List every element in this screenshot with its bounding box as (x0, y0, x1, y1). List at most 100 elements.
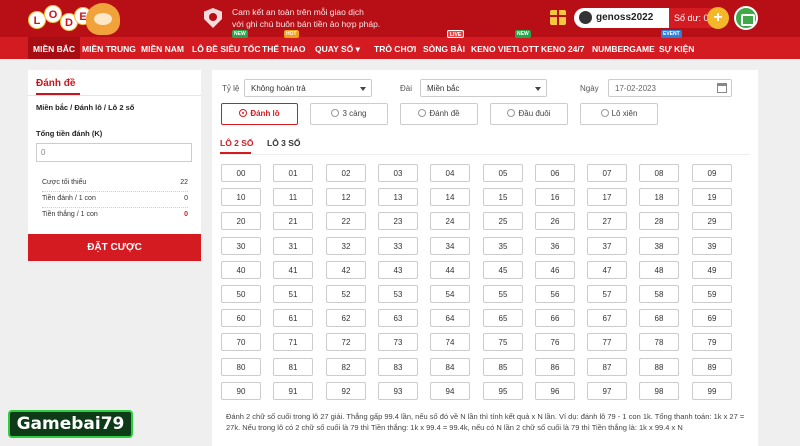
deposit-button[interactable]: + (707, 7, 729, 29)
number-cell[interactable]: 04 (430, 164, 470, 182)
logo[interactable]: L O D E (24, 3, 134, 35)
number-cell[interactable]: 32 (326, 237, 366, 255)
number-cell[interactable]: 44 (430, 261, 470, 279)
number-cell[interactable]: 93 (378, 382, 418, 400)
number-cell[interactable]: 81 (273, 358, 313, 376)
number-cell[interactable]: 60 (221, 309, 261, 327)
number-cell[interactable]: 21 (273, 212, 313, 230)
number-cell[interactable]: 28 (639, 212, 679, 230)
number-cell[interactable]: 24 (430, 212, 470, 230)
number-cell[interactable]: 41 (273, 261, 313, 279)
tab-lo-2-so[interactable]: LÔ 2 SỐ (220, 138, 254, 148)
region-select[interactable]: Miền bắc (420, 79, 547, 97)
number-cell[interactable]: 89 (692, 358, 732, 376)
number-cell[interactable]: 30 (221, 237, 261, 255)
number-cell[interactable]: 76 (535, 333, 575, 351)
number-cell[interactable]: 82 (326, 358, 366, 376)
number-cell[interactable]: 85 (483, 358, 523, 376)
type-danh-lo[interactable]: Đánh lô (221, 103, 298, 125)
number-cell[interactable]: 01 (273, 164, 313, 182)
number-cell[interactable]: 66 (535, 309, 575, 327)
number-cell[interactable]: 59 (692, 285, 732, 303)
number-cell[interactable]: 62 (326, 309, 366, 327)
number-cell[interactable]: 47 (587, 261, 627, 279)
number-cell[interactable]: 55 (483, 285, 523, 303)
number-cell[interactable]: 10 (221, 188, 261, 206)
tab-lo-3-so[interactable]: LÔ 3 SỐ (267, 138, 301, 148)
number-cell[interactable]: 61 (273, 309, 313, 327)
nav-mien-bac[interactable]: MIỀN BẮC (28, 37, 81, 59)
number-cell[interactable]: 14 (430, 188, 470, 206)
number-cell[interactable]: 50 (221, 285, 261, 303)
number-cell[interactable]: 29 (692, 212, 732, 230)
number-cell[interactable]: 39 (692, 237, 732, 255)
number-cell[interactable]: 43 (378, 261, 418, 279)
number-cell[interactable]: 35 (483, 237, 523, 255)
number-cell[interactable]: 97 (587, 382, 627, 400)
nav-the-thao[interactable]: HOT THỂ THAO (262, 30, 305, 59)
nav-lo-de-sieu-toc[interactable]: NEW LÔ ĐỀ SIÊU TỐC (192, 30, 260, 59)
nav-song-bai[interactable]: LIVE SÒNG BÀI (423, 30, 465, 59)
number-cell[interactable]: 99 (692, 382, 732, 400)
number-cell[interactable]: 63 (378, 309, 418, 327)
number-cell[interactable]: 36 (535, 237, 575, 255)
date-input[interactable]: 17-02-2023 (608, 79, 732, 97)
number-cell[interactable]: 67 (587, 309, 627, 327)
number-cell[interactable]: 46 (535, 261, 575, 279)
number-cell[interactable]: 69 (692, 309, 732, 327)
type-lo-xien[interactable]: Lô xiên (580, 103, 658, 125)
number-cell[interactable]: 33 (378, 237, 418, 255)
number-cell[interactable]: 49 (692, 261, 732, 279)
number-cell[interactable]: 83 (378, 358, 418, 376)
number-cell[interactable]: 74 (430, 333, 470, 351)
number-cell[interactable]: 92 (326, 382, 366, 400)
number-cell[interactable]: 40 (221, 261, 261, 279)
number-cell[interactable]: 06 (535, 164, 575, 182)
number-cell[interactable]: 42 (326, 261, 366, 279)
gift-icon[interactable] (550, 10, 566, 25)
number-cell[interactable]: 56 (535, 285, 575, 303)
number-cell[interactable]: 38 (639, 237, 679, 255)
number-cell[interactable]: 90 (221, 382, 261, 400)
nav-mien-nam[interactable]: MIỀN NAM (141, 37, 184, 59)
number-cell[interactable]: 64 (430, 309, 470, 327)
number-cell[interactable]: 34 (430, 237, 470, 255)
number-cell[interactable]: 87 (587, 358, 627, 376)
number-cell[interactable]: 05 (483, 164, 523, 182)
number-cell[interactable]: 23 (378, 212, 418, 230)
number-cell[interactable]: 86 (535, 358, 575, 376)
number-cell[interactable]: 19 (692, 188, 732, 206)
number-cell[interactable]: 73 (378, 333, 418, 351)
number-cell[interactable]: 26 (535, 212, 575, 230)
nav-tro-choi[interactable]: TRÒ CHƠI (374, 37, 416, 59)
number-cell[interactable]: 54 (430, 285, 470, 303)
number-cell[interactable]: 17 (587, 188, 627, 206)
number-cell[interactable]: 13 (378, 188, 418, 206)
number-cell[interactable]: 51 (273, 285, 313, 303)
number-cell[interactable]: 00 (221, 164, 261, 182)
number-cell[interactable]: 95 (483, 382, 523, 400)
number-cell[interactable]: 91 (273, 382, 313, 400)
number-cell[interactable]: 48 (639, 261, 679, 279)
number-cell[interactable]: 37 (587, 237, 627, 255)
number-cell[interactable]: 53 (378, 285, 418, 303)
nav-keno-247[interactable]: KENO 24/7 (541, 37, 584, 59)
number-cell[interactable]: 09 (692, 164, 732, 182)
number-cell[interactable]: 80 (221, 358, 261, 376)
number-cell[interactable]: 78 (639, 333, 679, 351)
number-cell[interactable]: 03 (378, 164, 418, 182)
number-cell[interactable]: 22 (326, 212, 366, 230)
number-cell[interactable]: 25 (483, 212, 523, 230)
number-cell[interactable]: 84 (430, 358, 470, 376)
number-cell[interactable]: 27 (587, 212, 627, 230)
number-cell[interactable]: 52 (326, 285, 366, 303)
nav-mien-trung[interactable]: MIỀN TRUNG (82, 37, 136, 59)
number-cell[interactable]: 58 (639, 285, 679, 303)
number-cell[interactable]: 57 (587, 285, 627, 303)
number-cell[interactable]: 88 (639, 358, 679, 376)
total-amount-input[interactable] (36, 143, 192, 162)
number-cell[interactable]: 94 (430, 382, 470, 400)
number-cell[interactable]: 79 (692, 333, 732, 351)
number-cell[interactable]: 20 (221, 212, 261, 230)
number-cell[interactable]: 71 (273, 333, 313, 351)
